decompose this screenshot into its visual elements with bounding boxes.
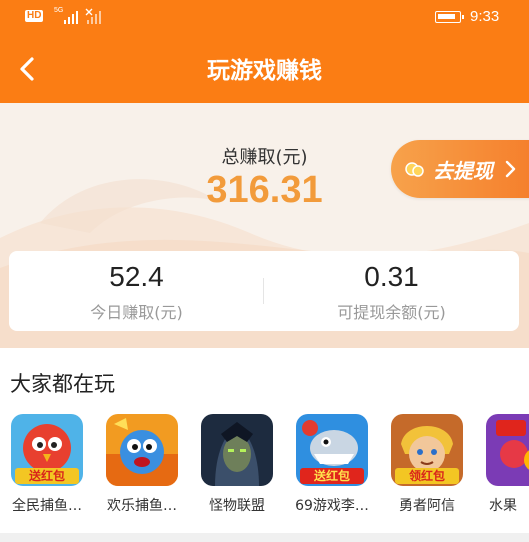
red-bird-icon: 送红包	[11, 414, 83, 486]
withdraw-button[interactable]: 去提现	[391, 140, 529, 198]
shark-icon: 送红包	[296, 414, 368, 486]
game-item[interactable]: 送红包 全民捕鱼…	[2, 414, 92, 524]
game-item[interactable]: 欢乐捕鱼…	[97, 414, 187, 524]
fruit-icon	[486, 414, 529, 486]
hero-icon: 领红包	[391, 414, 463, 486]
game-name: 水果	[489, 498, 517, 514]
blue-fish-icon	[106, 414, 178, 486]
withdraw-label: 去提现	[433, 159, 493, 183]
game-name: 怪物联盟	[209, 498, 265, 514]
signal-icon	[64, 8, 101, 24]
game-item[interactable]: 领红包 勇者阿信	[382, 414, 472, 524]
page-title: 玩游戏赚钱	[207, 58, 322, 84]
status-bar: HD 5G 9:33	[0, 0, 529, 34]
gift-badge: 领红包	[409, 468, 445, 483]
gift-badge: 送红包	[313, 468, 350, 483]
withdrawable-balance-value: 0.31	[364, 261, 419, 292]
game-item[interactable]: 送红包 69游戏李…	[287, 414, 377, 524]
coin-icon	[405, 162, 424, 177]
game-item[interactable]: 水果	[477, 414, 529, 524]
withdrawable-balance-label: 可提现余额(元)	[337, 303, 446, 322]
chevron-right-icon	[505, 160, 516, 178]
status-time: 9:33	[470, 8, 500, 25]
today-earnings-value: 52.4	[109, 261, 164, 292]
game-item[interactable]: 怪物联盟	[192, 414, 282, 524]
stats-card: 52.4 今日赚取(元) 0.31 可提现余额(元)	[9, 251, 519, 331]
game-name: 欢乐捕鱼…	[107, 498, 177, 514]
game-name: 全民捕鱼…	[12, 498, 82, 514]
app-header: HD 5G 9:33 玩游戏赚钱	[0, 0, 529, 103]
popular-games-section: 大家都在玩 送红包 全民捕鱼… 欢乐捕鱼… 怪物联盟 送红包 69游戏李… 领红…	[0, 348, 529, 533]
game-name: 69游戏李…	[295, 498, 369, 514]
today-earnings: 52.4 今日赚取(元)	[9, 251, 264, 331]
today-earnings-label: 今日赚取(元)	[90, 303, 183, 322]
withdrawable-balance: 0.31 可提现余额(元)	[264, 251, 519, 331]
battery-icon	[435, 11, 464, 23]
bottom-spacer	[0, 533, 529, 542]
section-title: 大家都在玩	[10, 372, 115, 396]
gift-badge: 送红包	[28, 468, 65, 483]
dark-warrior-icon	[201, 414, 273, 486]
game-name: 勇者阿信	[399, 498, 455, 514]
